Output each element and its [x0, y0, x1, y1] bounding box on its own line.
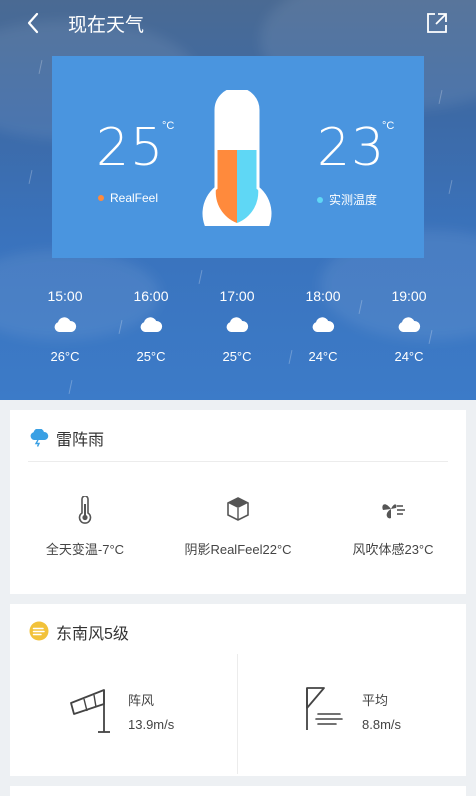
gust-label: 阵风	[128, 693, 155, 708]
divider	[237, 654, 238, 774]
average-label: 平均	[362, 693, 389, 708]
metric-label: 全天变温-7°C	[45, 542, 125, 557]
cloud-icon	[197, 308, 277, 342]
wind-badge-icon	[29, 621, 49, 641]
windsock-icon	[70, 689, 110, 733]
hour-temp: 24°C	[308, 349, 338, 364]
hour-column[interactable]: 17:00 25°C	[197, 284, 277, 369]
hour-time: 15:00	[47, 288, 83, 304]
realfeel-unit: °C	[162, 120, 175, 132]
hour-column[interactable]: 19:00 24°C	[369, 284, 449, 369]
measured-legend: 实测温度	[317, 191, 377, 208]
realfeel-label: RealFeel	[110, 191, 159, 205]
back-button[interactable]	[20, 10, 48, 36]
share-button[interactable]	[425, 11, 449, 35]
metric-shade-realfeel: 阴影RealFeel22°C	[170, 496, 306, 558]
hour-temp: 25°C	[222, 349, 252, 364]
thunder-cloud-icon	[30, 429, 49, 447]
wind-card: 东南风5级 阵风 13.9m/s 平均 8.8m/s	[10, 604, 466, 776]
cloud-icon	[25, 308, 105, 342]
thermometer-graphic	[202, 90, 272, 226]
hour-time: 19:00	[391, 288, 427, 304]
next-card	[10, 786, 466, 796]
hour-column[interactable]: 16:00 25°C	[111, 284, 191, 369]
realfeel-temperature: 25	[96, 118, 165, 178]
measured-temperature: 23	[317, 118, 386, 178]
hour-temp: 24°C	[394, 349, 424, 364]
wind-card-header: 东南风5级	[10, 604, 466, 656]
top-bar: 现在天气	[0, 0, 476, 44]
divider	[28, 461, 448, 462]
measured-dot	[317, 196, 323, 203]
wind-title: 东南风5级	[56, 626, 129, 643]
cloud-icon	[369, 308, 449, 342]
temperature-card: 25 °C RealFeel 23 °C 实测温度	[52, 56, 424, 258]
measured-unit: °C	[382, 120, 395, 132]
shade-cube-icon	[227, 497, 249, 521]
metric-label: 阴影RealFeel22°C	[184, 542, 292, 557]
average-item: 平均 8.8m/s	[302, 684, 462, 734]
condition-card-header: 雷阵雨	[10, 410, 466, 462]
hour-time: 17:00	[219, 288, 255, 304]
hour-time: 16:00	[133, 288, 169, 304]
fan-wind-icon	[382, 504, 405, 519]
weather-hero: 现在天气 25 °C RealFeel 23 °C 实测温度 15:00 26°…	[0, 0, 476, 400]
realfeel-dot	[98, 195, 104, 201]
hour-temp: 26°C	[50, 349, 80, 364]
wind-flag-icon	[306, 687, 343, 730]
hour-time: 18:00	[305, 288, 341, 304]
hour-column[interactable]: 18:00 24°C	[283, 284, 363, 369]
metric-wind-chill: 风吹体感23°C	[328, 496, 458, 558]
cloud-icon	[111, 308, 191, 342]
page-title: 现在天气	[68, 15, 145, 36]
hourly-forecast: 15:00 26°C 16:00 25°C 17:00 25°C 18:00 2…	[0, 284, 476, 384]
share-external-icon	[427, 13, 447, 33]
hour-temp: 25°C	[136, 349, 166, 364]
condition-card: 雷阵雨 全天变温-7°C 阴影RealFeel22°C 风吹体感23°C	[10, 410, 466, 594]
condition-title: 雷阵雨	[56, 432, 105, 449]
realfeel-legend: RealFeel	[98, 191, 158, 205]
gust-value: 13.9m/s	[128, 717, 175, 732]
thermometer-icon	[78, 495, 92, 524]
gust-item: 阵风 13.9m/s	[68, 684, 228, 734]
average-value: 8.8m/s	[362, 717, 402, 732]
metric-label: 风吹体感23°C	[352, 542, 434, 557]
chevron-left-icon	[27, 12, 39, 34]
cloud-icon	[283, 308, 363, 342]
metric-temp-range: 全天变温-7°C	[20, 495, 150, 558]
measured-label: 实测温度	[329, 193, 378, 207]
hour-column[interactable]: 15:00 26°C	[25, 284, 105, 369]
